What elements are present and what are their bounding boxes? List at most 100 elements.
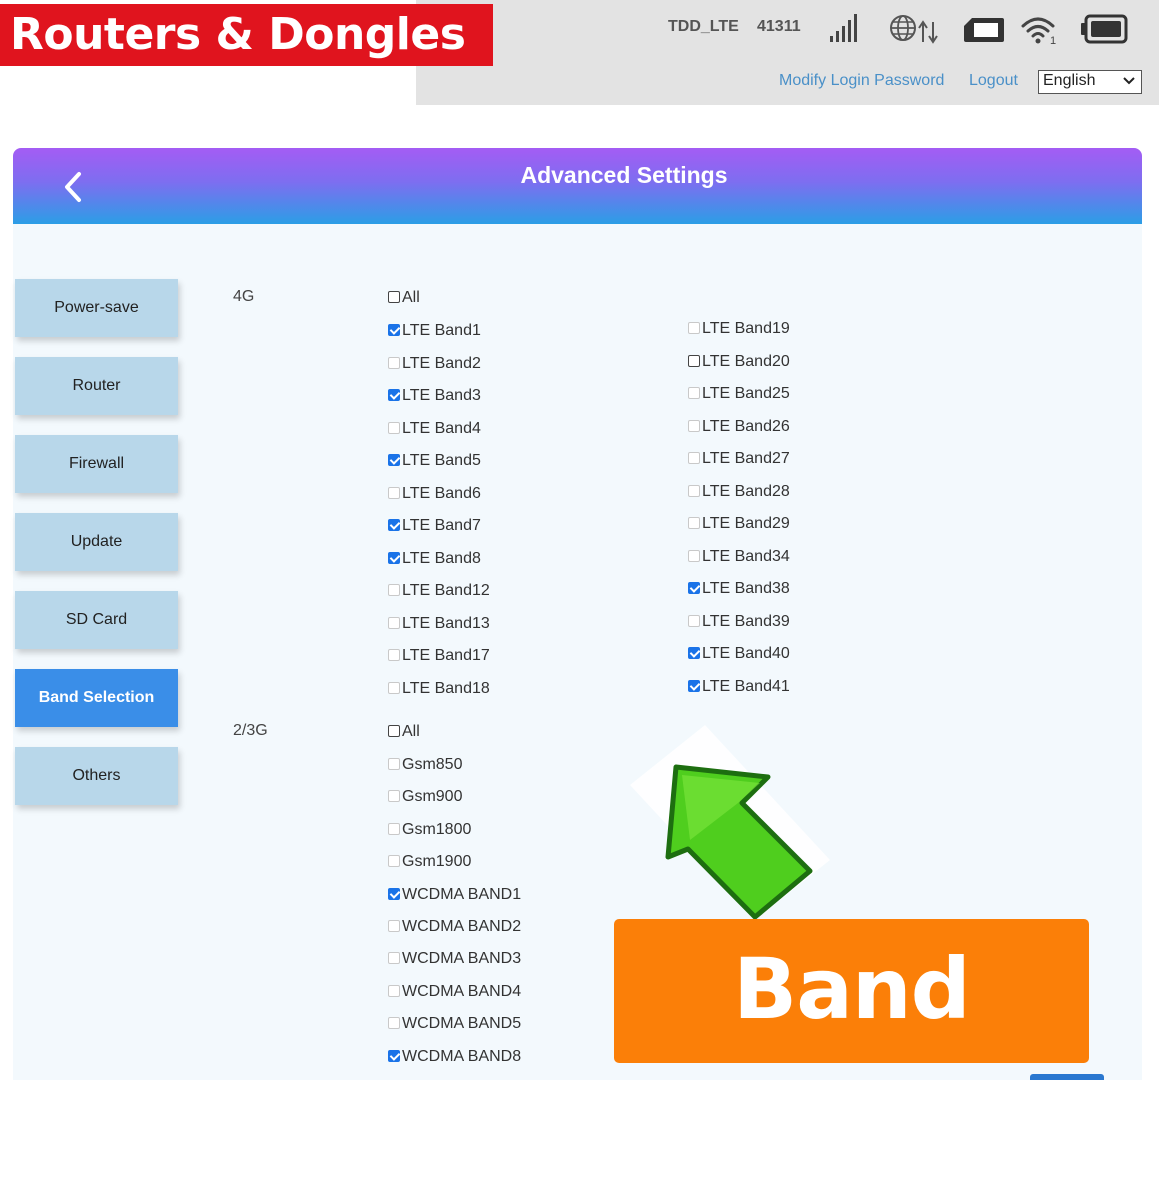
band-checkbox-item[interactable]: WCDMA BAND1 (388, 885, 521, 905)
checkbox-checked[interactable] (688, 647, 700, 659)
checkbox-unchecked[interactable] (388, 649, 400, 661)
language-select[interactable]: English (1038, 70, 1142, 94)
checkbox-unchecked[interactable] (388, 822, 400, 835)
band-checkbox-item[interactable]: LTE Band39 (688, 612, 790, 632)
band-checkbox-item[interactable]: LTE Band6 (388, 484, 481, 504)
band-checkbox-item[interactable]: LTE Band8 (388, 549, 481, 569)
band-checkbox-item[interactable]: LTE Band18 (388, 679, 490, 699)
checkbox-unchecked[interactable] (388, 584, 400, 596)
checkbox-box[interactable] (388, 291, 400, 303)
section-label-23g: 2/3G (233, 722, 268, 739)
checkbox-checked[interactable] (388, 324, 400, 336)
band-checkbox-item[interactable]: LTE Band27 (688, 449, 790, 469)
checkbox-checked[interactable] (388, 389, 400, 401)
band-checkbox-item[interactable]: Gsm1900 (388, 852, 471, 872)
checkbox-checked[interactable] (688, 679, 700, 692)
band-checkbox-item[interactable]: LTE Band40 (688, 644, 790, 664)
band-checkbox-item[interactable]: LTE Band19 (688, 319, 790, 339)
band-checkbox-item[interactable]: WCDMA BAND3 (388, 949, 521, 969)
checkbox-checked[interactable] (688, 582, 700, 594)
band-checkbox-item[interactable]: LTE Band1 (388, 321, 481, 341)
band-label: LTE Band3 (402, 387, 481, 404)
band-checkbox-item[interactable]: LTE Band4 (388, 419, 481, 439)
checkbox-unchecked[interactable] (388, 356, 400, 369)
checkbox-all-4g[interactable]: All (388, 288, 420, 308)
internet-data-icon (890, 15, 938, 44)
checkbox-checked[interactable] (388, 454, 400, 466)
checkbox-unchecked[interactable] (388, 790, 400, 803)
checkbox-unchecked[interactable] (388, 758, 400, 770)
band-checkbox-item[interactable]: LTE Band41 (688, 677, 790, 697)
band-checkbox-item[interactable]: LTE Band34 (688, 547, 790, 567)
checkbox-unchecked[interactable] (388, 855, 400, 868)
checkbox-checked[interactable] (388, 887, 400, 900)
checkbox-unchecked[interactable] (688, 484, 700, 497)
sidebar-item-2[interactable]: Firewall (15, 435, 178, 493)
checkbox-unchecked[interactable] (388, 952, 400, 965)
band-checkbox-item[interactable]: Gsm1800 (388, 820, 471, 840)
logout-link[interactable]: Logout (969, 72, 1018, 90)
checkbox-unchecked[interactable] (388, 616, 400, 629)
sidebar-item-6[interactable]: Others (15, 747, 178, 805)
band-label: LTE Band38 (702, 580, 790, 597)
band-label: Gsm900 (402, 788, 463, 806)
checkbox-unchecked[interactable] (688, 322, 700, 334)
checkbox-unchecked[interactable] (688, 614, 700, 627)
checkbox-unchecked[interactable] (688, 419, 700, 432)
checkbox-unchecked[interactable] (388, 1017, 400, 1030)
sim-card-icon (964, 18, 1004, 42)
band-checkbox-item[interactable]: WCDMA BAND5 (388, 1014, 521, 1034)
band-checkbox-item[interactable]: WCDMA BAND8 (388, 1047, 521, 1067)
band-checkbox-item[interactable]: Gsm900 (388, 787, 462, 807)
checkbox-unchecked[interactable] (688, 452, 700, 464)
band-checkbox-item[interactable]: LTE Band25 (688, 384, 790, 404)
band-checkbox-item[interactable]: WCDMA BAND2 (388, 917, 521, 937)
band-label: LTE Band25 (702, 385, 790, 402)
band-checkbox-item[interactable]: LTE Band12 (388, 581, 490, 601)
band-label: WCDMA BAND5 (402, 1015, 522, 1033)
band-checkbox-item[interactable]: LTE Band3 (388, 386, 481, 406)
band-label: LTE Band34 (702, 547, 790, 565)
checkbox-unchecked[interactable] (688, 517, 700, 529)
band-label: LTE Band39 (702, 612, 790, 630)
band-checkbox-item[interactable]: Gsm850 (388, 755, 462, 775)
sidebar-item-5[interactable]: Band Selection (15, 669, 178, 727)
band-label: LTE Band28 (702, 482, 790, 500)
sidebar-item-1[interactable]: Router (15, 357, 178, 415)
band-checkbox-item[interactable]: LTE Band38 (688, 579, 790, 599)
checkbox-checked[interactable] (388, 1049, 400, 1062)
sidebar-item-4[interactable]: SD Card (15, 591, 178, 649)
checkbox-unchecked[interactable] (388, 486, 400, 499)
checkbox-box[interactable] (388, 725, 400, 737)
band-checkbox-item[interactable]: LTE Band29 (688, 514, 790, 534)
modify-login-password-link[interactable]: Modify Login Password (779, 72, 944, 90)
band-label: LTE Band7 (402, 517, 481, 534)
band-label: LTE Band4 (402, 419, 481, 437)
band-checkbox-item[interactable]: LTE Band5 (388, 451, 481, 471)
language-select-value: English (1043, 72, 1096, 89)
band-checkbox-item[interactable]: LTE Band20 (688, 352, 790, 372)
band-label: LTE Band29 (702, 515, 790, 532)
checkbox-unchecked[interactable] (388, 681, 400, 694)
band-checkbox-item[interactable]: LTE Band2 (388, 354, 481, 374)
checkbox-all-23g[interactable]: All (388, 722, 420, 742)
checkbox-unchecked[interactable] (688, 354, 700, 367)
checkbox-unchecked[interactable] (388, 984, 400, 997)
band-checkbox-item[interactable]: WCDMA BAND4 (388, 982, 521, 1002)
checkbox-unchecked[interactable] (688, 549, 700, 562)
band-checkbox-item[interactable]: LTE Band7 (388, 516, 481, 536)
checkbox-unchecked[interactable] (388, 920, 400, 932)
band-label: WCDMA BAND4 (402, 982, 522, 1000)
band-checkbox-item[interactable]: LTE Band26 (688, 417, 790, 437)
band-checkbox-item[interactable]: LTE Band13 (388, 614, 490, 634)
band-label: LTE Band26 (702, 417, 790, 435)
band-checkbox-item[interactable]: LTE Band28 (688, 482, 790, 502)
checkbox-checked[interactable] (388, 519, 400, 531)
checkbox-unchecked[interactable] (388, 421, 400, 434)
checkbox-checked[interactable] (388, 551, 400, 564)
sidebar-item-3[interactable]: Update (15, 513, 178, 571)
checkbox-unchecked[interactable] (688, 387, 700, 399)
apply-button-partial[interactable] (1030, 1074, 1104, 1080)
band-checkbox-item[interactable]: LTE Band17 (388, 646, 490, 666)
sidebar-item-0[interactable]: Power-save (15, 279, 178, 337)
